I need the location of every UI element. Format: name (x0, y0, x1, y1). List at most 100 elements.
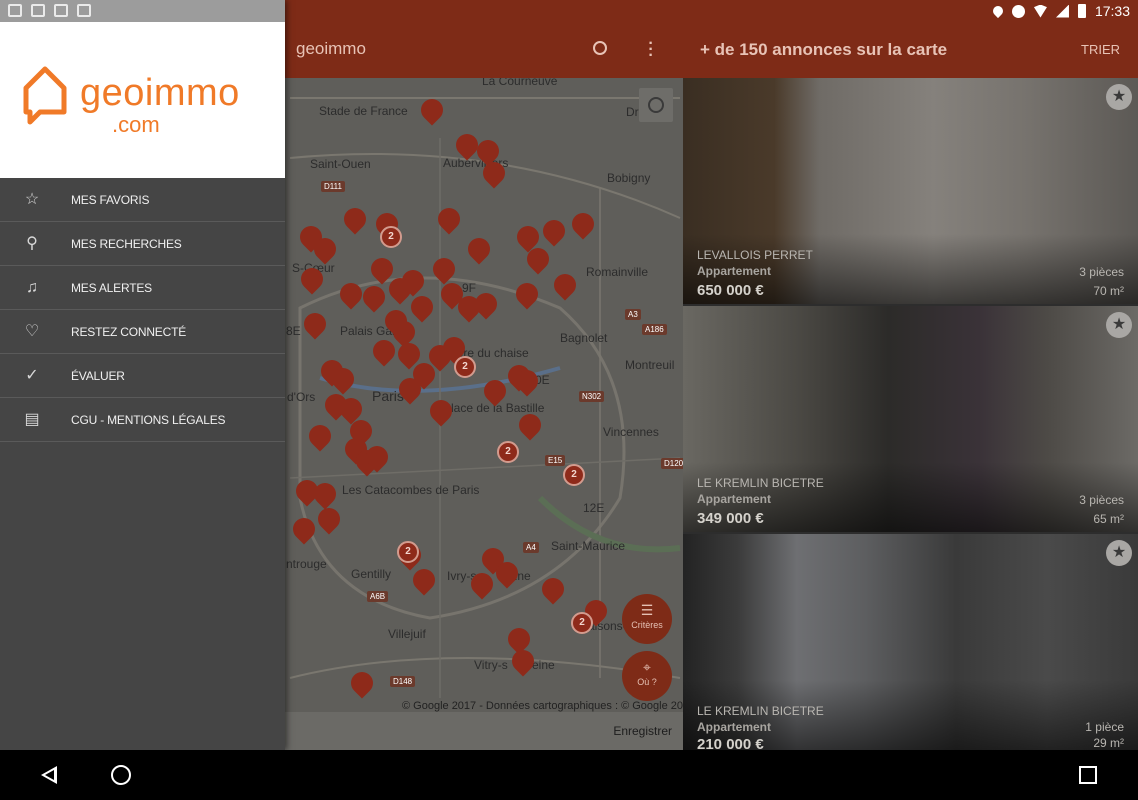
favorite-star-icon[interactable]: ★ (1106, 540, 1132, 566)
menu-item-connecte[interactable]: ♡ RESTEZ CONNECTÉ (0, 310, 285, 354)
map-label: eine (532, 658, 555, 672)
map-label: Bobigny (607, 171, 651, 185)
map-label: Romainville (586, 265, 649, 279)
listing-cluster[interactable]: 2 (497, 441, 519, 463)
listings-panel: LEVALLOIS PERRET Appartement 650 000 € 3… (683, 78, 1138, 750)
phone-notification-icon (54, 4, 68, 17)
status-time: 17:33 (1094, 3, 1130, 19)
list-app-bar: + de 150 annonces sur la carte TRIER (683, 22, 1138, 78)
save-search-button[interactable]: Enregistrer (613, 724, 672, 738)
drawer-menu: ☆ MES FAVORIS ⚲ MES RECHERCHES ♫ MES ALE… (0, 178, 285, 442)
photos-notification-icon (77, 4, 91, 17)
map-label: 12E (583, 501, 605, 515)
signal-icon (1055, 4, 1069, 18)
listing-city: LE KREMLIN BICETRE (697, 704, 824, 718)
road-badge: N302 (579, 391, 605, 402)
logo-text: geoimmo (80, 72, 240, 114)
listing-type: Appartement (697, 264, 772, 278)
menu-item-label: RESTEZ CONNECTÉ (71, 325, 187, 339)
road-badge: E15 (545, 455, 566, 466)
drawer-status-strip (0, 0, 285, 22)
listing-area: 65 m² (1093, 512, 1124, 526)
listing-area: 70 m² (1093, 284, 1124, 298)
home-icon[interactable] (111, 765, 131, 785)
search-icon[interactable] (593, 41, 607, 55)
where-label: Où ? (637, 677, 657, 687)
map-label: Vincennes (603, 425, 659, 439)
do-not-disturb-icon (1011, 4, 1025, 18)
menu-item-alertes[interactable]: ♫ MES ALERTES (0, 266, 285, 310)
listing-cluster[interactable]: 2 (380, 226, 402, 248)
map-label: 8E (286, 324, 301, 338)
listing-type: Appartement (697, 720, 772, 734)
where-button[interactable]: ⌖ Où ? (622, 651, 672, 701)
map-label: Montreuil (625, 358, 675, 372)
map-label: Gentilly (351, 567, 392, 581)
image-notification-icon (8, 4, 22, 17)
road-badge: D148 (390, 676, 416, 687)
handshake-icon: ♡ (24, 323, 40, 340)
my-location-icon (648, 97, 664, 113)
map-copyright: © Google 2017 - Données cartographiques … (402, 700, 683, 712)
drawer-header: geoimmo .com (0, 22, 285, 178)
logo-subtext: .com (112, 112, 160, 137)
menu-item-favoris[interactable]: ☆ MES FAVORIS (0, 178, 285, 222)
clipboard-icon: ▤ (24, 411, 40, 428)
menu-item-label: ÉVALUER (71, 369, 125, 383)
menu-item-label: MES RECHERCHES (71, 237, 182, 251)
sort-button[interactable]: TRIER (1081, 42, 1120, 57)
menu-item-recherches[interactable]: ⚲ MES RECHERCHES (0, 222, 285, 266)
listing-cluster[interactable]: 2 (571, 612, 593, 634)
location-icon (990, 3, 1006, 19)
listings-count-title: + de 150 annonces sur la carte (700, 40, 948, 59)
map-label: Bagnolet (560, 331, 608, 345)
listing-rooms: 3 pièces (1079, 265, 1124, 279)
recent-apps-icon[interactable] (1079, 766, 1097, 784)
criteria-button[interactable]: ☰ Critères (622, 594, 672, 644)
menu-item-cgu[interactable]: ▤ CGU - MENTIONS LÉGALES (0, 398, 285, 442)
map-label: Stade de France (319, 104, 408, 118)
listing-area: 29 m² (1093, 736, 1124, 750)
search-heart-icon: ⚲ (26, 235, 38, 252)
map-label: La Courneuve (482, 78, 558, 88)
listing-cluster[interactable]: 2 (563, 464, 585, 486)
listing-cluster[interactable]: 2 (454, 356, 476, 378)
road-badge: D111 (321, 181, 345, 192)
system-nav-bar (0, 750, 1138, 800)
favorite-star-icon[interactable]: ★ (1106, 312, 1132, 338)
menu-item-label: MES ALERTES (71, 281, 152, 295)
map-label: 9F (462, 281, 477, 295)
listing-city: LEVALLOIS PERRET (697, 248, 813, 262)
listing-rooms: 1 pièce (1085, 720, 1124, 734)
thumbs-up-icon: ✓ (25, 367, 39, 384)
menu-item-evaluer[interactable]: ✓ ÉVALUER (0, 354, 285, 398)
road-badge: A4 (523, 542, 539, 553)
listing-price: 349 000 € (697, 510, 764, 527)
listing-card[interactable]: LEVALLOIS PERRET Appartement 650 000 € 3… (683, 78, 1138, 304)
listing-type: Appartement (697, 492, 772, 506)
map-label: Saint-Ouen (310, 157, 371, 171)
listing-card[interactable]: LE KREMLIN BICETRE Appartement 349 000 €… (683, 306, 1138, 532)
map-label: Saint-Maurice (551, 539, 626, 553)
menu-item-label: MES FAVORIS (71, 193, 150, 207)
listing-card[interactable]: LE KREMLIN BICETRE Appartement 210 000 €… (683, 534, 1138, 750)
listing-city: LE KREMLIN BICETRE (697, 476, 824, 490)
more-options-icon[interactable]: · · · (648, 36, 654, 64)
map-pin-icon: ⌖ (643, 659, 651, 675)
battery-icon (1077, 4, 1086, 18)
map-label: ntrouge (286, 557, 327, 571)
criteria-label: Critères (631, 620, 663, 630)
navigation-drawer: geoimmo .com ☆ MES FAVORIS ⚲ MES RECHERC… (0, 0, 285, 750)
road-badge: A6B (367, 591, 389, 602)
map-label: Les Catacombes de Paris (342, 483, 480, 497)
mail-notification-icon (31, 4, 45, 17)
road-badge: D120 (661, 458, 683, 469)
app-brand: geoimmo (296, 39, 366, 58)
listing-price: 650 000 € (697, 282, 764, 299)
listing-cluster[interactable]: 2 (397, 541, 419, 563)
house-logo-icon (23, 66, 67, 125)
favorite-star-icon[interactable]: ★ (1106, 84, 1132, 110)
my-location-button[interactable] (639, 88, 673, 122)
filter-sliders-icon: ☰ (640, 602, 654, 618)
map-label: Dr (626, 105, 639, 119)
